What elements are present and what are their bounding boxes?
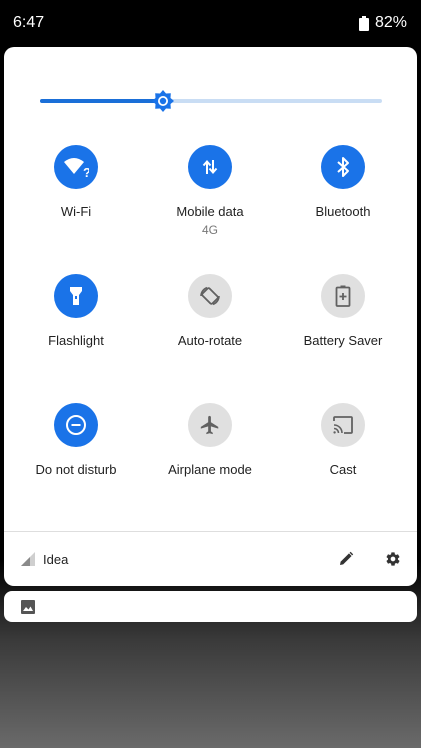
- tile-do-not-disturb-label: Do not disturb: [35, 462, 117, 477]
- carrier-name: Idea: [43, 552, 69, 567]
- brightness-slider[interactable]: [40, 89, 382, 113]
- tile-wifi-label: Wi-Fi: [60, 204, 92, 219]
- status-right: 82%: [358, 14, 407, 32]
- signal-icon: [21, 552, 35, 566]
- tile-cast-label: Cast: [329, 462, 357, 477]
- do-not-disturb-icon: [66, 415, 86, 435]
- tile-mobile-data[interactable]: Mobile data 4G: [145, 145, 275, 237]
- status-bar: 6:47 82%: [0, 0, 421, 46]
- tile-wifi[interactable]: ? Wi-Fi: [11, 145, 141, 219]
- brightness-fill: [40, 99, 164, 103]
- qs-footer: Idea: [4, 532, 417, 586]
- cast-icon: [333, 416, 353, 434]
- gear-icon: [386, 552, 400, 566]
- tile-auto-rotate[interactable]: Auto-rotate: [145, 274, 275, 348]
- tile-flashlight[interactable]: Flashlight: [11, 274, 141, 348]
- tile-airplane-mode[interactable]: Airplane mode: [145, 403, 275, 477]
- flashlight-icon: [70, 287, 82, 305]
- tile-auto-rotate-label: Auto-rotate: [177, 333, 243, 348]
- image-icon: [21, 600, 35, 614]
- edit-button[interactable]: [336, 549, 356, 569]
- tile-flashlight-label: Flashlight: [48, 333, 104, 348]
- tile-cast-button[interactable]: [321, 403, 365, 447]
- notification-card[interactable]: [4, 591, 417, 622]
- battery-icon: [358, 15, 369, 31]
- tile-mobile-data-label: Mobile data: [176, 204, 244, 219]
- battery-percent: 82%: [374, 14, 407, 31]
- tile-mobile-data-button[interactable]: [188, 145, 232, 189]
- quick-settings-panel: ? Wi-Fi Mobile data 4G Bluetooth: [4, 47, 417, 586]
- brightness-thumb-icon[interactable]: [151, 89, 175, 113]
- tile-mobile-data-sub: 4G: [201, 223, 218, 237]
- airplane-icon: [200, 415, 219, 435]
- tile-bluetooth-label: Bluetooth: [315, 204, 371, 219]
- tile-bluetooth-button[interactable]: [321, 145, 365, 189]
- tile-battery-saver[interactable]: Battery Saver: [278, 274, 408, 348]
- tile-wifi-button[interactable]: ?: [54, 145, 98, 189]
- tile-airplane-mode-label: Airplane mode: [168, 462, 252, 477]
- tile-battery-saver-label: Battery Saver: [303, 333, 383, 348]
- auto-rotate-icon: [200, 286, 220, 306]
- wifi-question-icon: ?: [64, 158, 89, 179]
- tile-auto-rotate-button[interactable]: [188, 274, 232, 318]
- tile-bluetooth[interactable]: Bluetooth: [278, 145, 408, 219]
- mobile-data-arrows-icon: [202, 159, 218, 175]
- battery-saver-icon: [335, 285, 351, 307]
- tile-cast[interactable]: Cast: [278, 403, 408, 477]
- status-time: 6:47: [13, 14, 45, 31]
- tile-do-not-disturb[interactable]: Do not disturb: [11, 403, 141, 477]
- tile-flashlight-button[interactable]: [54, 274, 98, 318]
- pencil-icon: [340, 551, 354, 565]
- svg-text:?: ?: [83, 165, 89, 179]
- tile-battery-saver-button[interactable]: [321, 274, 365, 318]
- tile-airplane-mode-button[interactable]: [188, 403, 232, 447]
- settings-button[interactable]: [383, 549, 403, 569]
- bluetooth-icon: [337, 157, 349, 177]
- tile-do-not-disturb-button[interactable]: [54, 403, 98, 447]
